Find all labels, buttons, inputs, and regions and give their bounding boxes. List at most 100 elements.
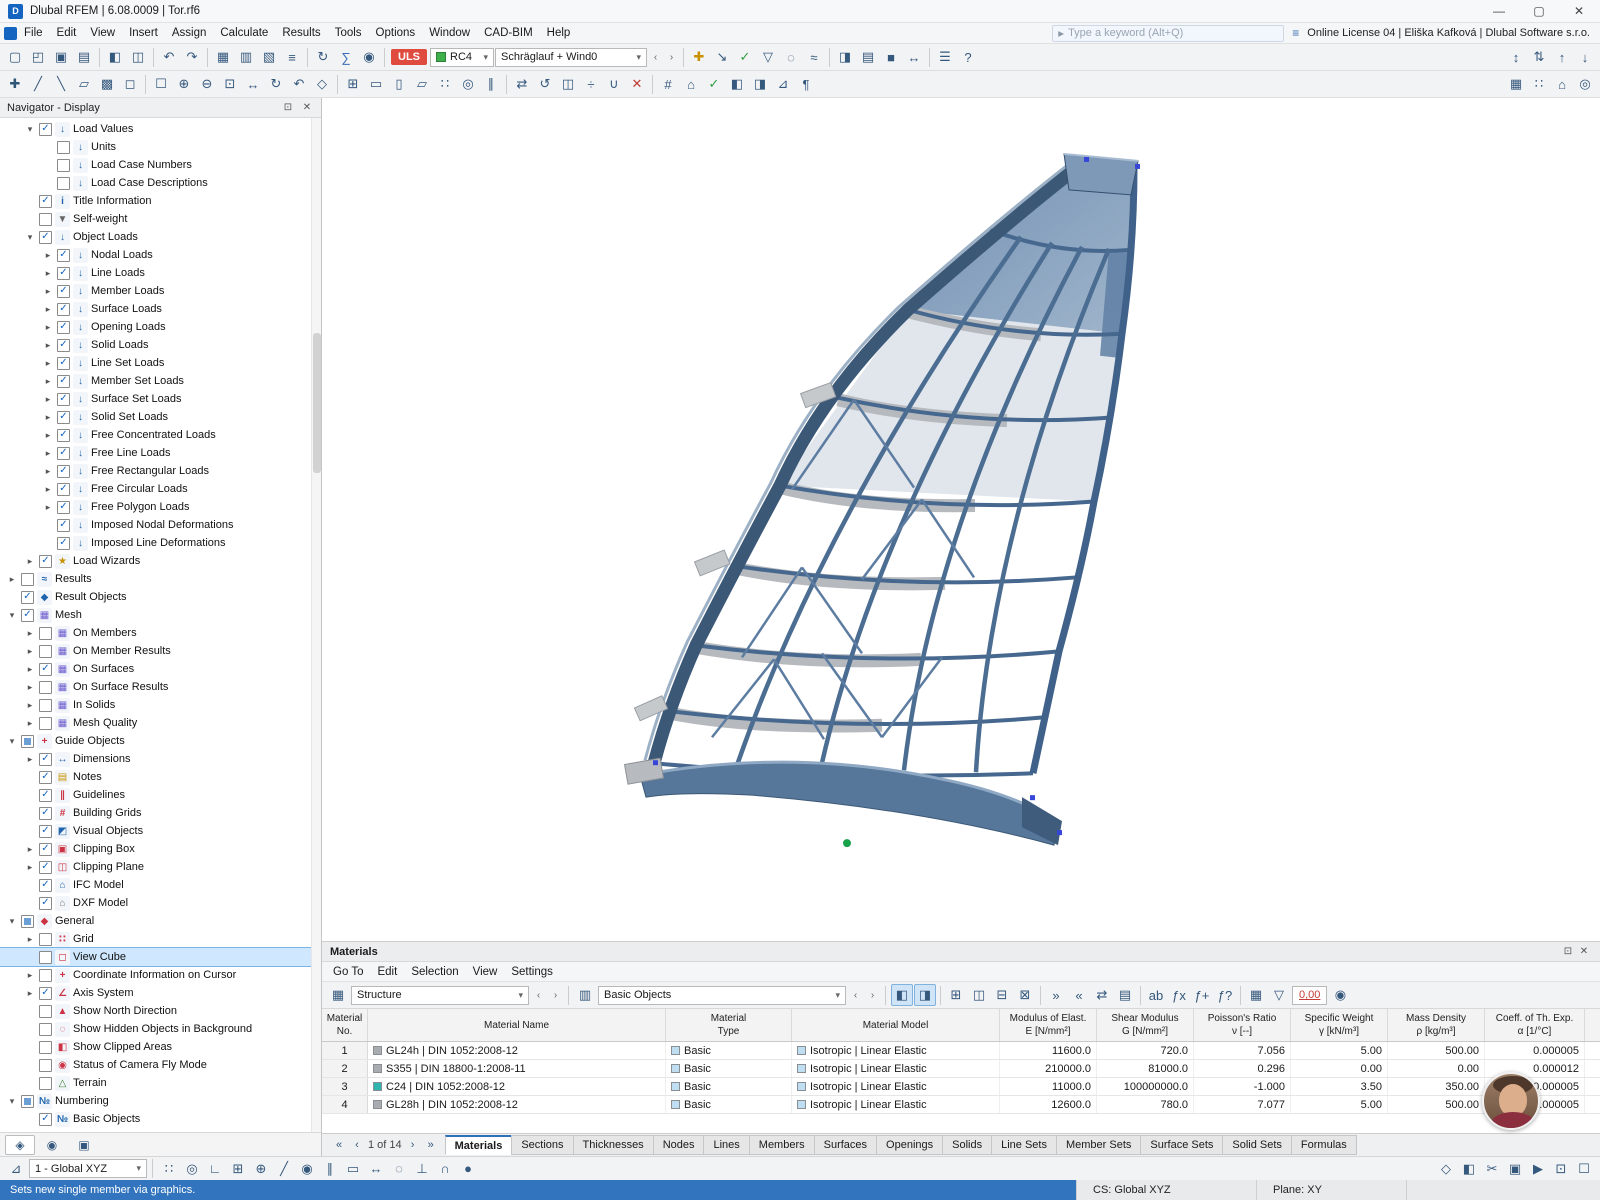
tree-item-show-north-direction[interactable]: ▲ Show North Direction [0, 1002, 321, 1020]
undo-icon[interactable]: ↶ [158, 46, 180, 68]
navigator-display-tab[interactable]: ◈ [5, 1134, 35, 1155]
checkbox[interactable] [57, 158, 70, 172]
tree-item-clipping-box[interactable]: ▸ ▣Clipping Box [0, 840, 321, 858]
expand-arrow-icon[interactable]: ▸ [24, 628, 36, 639]
next-category-button[interactable]: › [865, 984, 880, 1006]
tree-item-general[interactable]: ▾ ◆ General [0, 912, 321, 930]
expand-arrow-icon[interactable]: ▾ [24, 124, 36, 135]
checkbox[interactable] [39, 788, 52, 802]
expand-arrow-icon[interactable]: ▸ [24, 970, 36, 981]
tree-item-visual-objects[interactable]: ◩Visual Objects [0, 822, 321, 840]
insert-line-icon[interactable]: ╱ [27, 73, 49, 95]
tree-item-building-grids[interactable]: #Building Grids [0, 804, 321, 822]
camera-fly-icon[interactable]: ▶ [1527, 1158, 1549, 1180]
tree-item-on-members[interactable]: ▸ ▦ On Members [0, 624, 321, 642]
checkbox[interactable] [39, 680, 52, 694]
checkbox[interactable] [57, 302, 70, 316]
checkbox[interactable] [21, 1094, 34, 1108]
menu-file[interactable]: File [17, 25, 50, 41]
column-header-coeff-of-th-exp[interactable]: Coeff. of Th. Exp. α [1/°C] [1485, 1009, 1585, 1041]
table-row[interactable]: 1 GL24h | DIN 1052:2008-12 Basic Isotropic … [322, 1042, 1600, 1060]
snap-settings-icon[interactable]: ✓ [703, 73, 725, 95]
assign-load-icon[interactable]: ↘ [711, 46, 733, 68]
previous-category-button[interactable]: ‹ [848, 984, 863, 1006]
rotate-view-icon[interactable]: ↻ [265, 73, 287, 95]
materials-menu-view[interactable]: View [466, 964, 505, 980]
copy-row-icon[interactable]: ◫ [968, 984, 990, 1006]
column-header-poisson-s-ratio[interactable]: Poisson's Ratio ν [--] [1194, 1009, 1291, 1041]
tree-item-member-set-loads[interactable]: ▸ ↓Member Set Loads [0, 372, 321, 390]
expand-arrow-icon[interactable]: ▸ [24, 934, 36, 945]
tab-member-sets[interactable]: Member Sets [1055, 1135, 1142, 1155]
next-table-button[interactable]: › [548, 984, 563, 1006]
design-situation-combo[interactable]: RC4 ▾ [430, 47, 494, 67]
expand-arrow-icon[interactable]: ▾ [6, 1096, 18, 1107]
checkbox[interactable] [57, 176, 70, 190]
construction-lines-icon[interactable]: ╱ [273, 1158, 295, 1180]
navigator-toggle-icon[interactable]: ◧ [104, 46, 126, 68]
clipping-box-icon[interactable]: ▣ [1504, 1158, 1526, 1180]
tab-surface-sets[interactable]: Surface Sets [1140, 1135, 1224, 1155]
checkbox[interactable] [39, 824, 52, 838]
view-options-icon[interactable]: ▽ [1268, 984, 1290, 1006]
tree-item-load-wizards[interactable]: ▸ ★Load Wizards [0, 552, 321, 570]
regenerate-model-icon[interactable]: ↻ [312, 46, 334, 68]
checkbox[interactable] [39, 1004, 52, 1018]
tab-formulas[interactable]: Formulas [1290, 1135, 1357, 1155]
open-model-icon[interactable]: ◰ [27, 46, 49, 68]
tree-item-mesh[interactable]: ▾ ▦Mesh [0, 606, 321, 624]
expand-arrow-icon[interactable]: ▸ [24, 664, 36, 675]
checkbox[interactable] [39, 1112, 52, 1126]
spreadsheet-icon[interactable]: ▥ [235, 46, 257, 68]
tab-sections[interactable]: Sections [511, 1135, 574, 1155]
background-layers-icon[interactable]: ⌂ [680, 73, 702, 95]
calculate-all-icon[interactable]: ∑ [335, 46, 357, 68]
materials-menu-selection[interactable]: Selection [404, 964, 465, 980]
expand-arrow-icon[interactable]: ▸ [42, 448, 54, 459]
menu-cad-bim[interactable]: CAD-BIM [477, 25, 540, 41]
font-style-icon[interactable]: ab [1145, 984, 1167, 1006]
table-row[interactable]: 2 S355 | DIN 18800-1:2008-11 Basic Isotropi… [322, 1060, 1600, 1078]
checkbox[interactable] [39, 806, 52, 820]
dimension-snap-icon[interactable]: ↔ [365, 1158, 387, 1180]
maximize-button[interactable]: ▢ [1526, 4, 1552, 18]
table-search-icon[interactable]: ◉ [1329, 984, 1351, 1006]
checkbox[interactable] [21, 914, 34, 928]
tree-item-dimensions[interactable]: ▸ ↔Dimensions [0, 750, 321, 768]
insert-row-icon[interactable]: ⊟ [991, 984, 1013, 1006]
tree-item-numbering[interactable]: ▾ № Numbering [0, 1092, 321, 1110]
insert-opening-icon[interactable]: ◻ [119, 73, 141, 95]
expand-arrow-icon[interactable]: ▸ [24, 700, 36, 711]
checkbox[interactable] [21, 572, 34, 586]
load-case-combo[interactable]: Schräglauf + Wind0 ▾ [495, 47, 647, 67]
license-menu-icon[interactable]: ≡ [1292, 26, 1299, 40]
tree-item-guidelines[interactable]: ∥Guidelines [0, 786, 321, 804]
tab-materials[interactable]: Materials [444, 1135, 513, 1155]
grid-snap-icon[interactable]: ∷ [434, 73, 456, 95]
tree-item-line-loads[interactable]: ▸ ↓Line Loads [0, 264, 321, 282]
print-table-icon[interactable]: ▤ [1114, 984, 1136, 1006]
tab-thicknesses[interactable]: Thicknesses [572, 1135, 654, 1155]
new-model-icon[interactable]: ▢ [4, 46, 26, 68]
previous-table-button[interactable]: ‹ [531, 984, 546, 1006]
checkbox[interactable] [39, 896, 52, 910]
checkbox[interactable] [39, 1058, 52, 1072]
grid-toggle-icon[interactable]: ∷ [158, 1158, 180, 1180]
table-group-combo[interactable]: Structure ▾ [351, 985, 529, 1005]
coordinate-system-combo[interactable]: 1 - Global XYZ ▾ [29, 1159, 147, 1178]
zoom-window-icon[interactable]: ⊡ [219, 73, 241, 95]
new-load-icon[interactable]: ✚ [688, 46, 710, 68]
checkbox[interactable] [57, 248, 70, 262]
import-table-icon[interactable]: » [1045, 984, 1067, 1006]
mirror-icon[interactable]: ◫ [557, 73, 579, 95]
checkbox[interactable] [21, 590, 34, 604]
expand-arrow-icon[interactable]: ▸ [42, 268, 54, 279]
polar-grid-icon[interactable]: ⊕ [250, 1158, 272, 1180]
tree-item-results[interactable]: ▸ ≈ Results [0, 570, 321, 588]
menu-view[interactable]: View [83, 25, 122, 41]
coordinate-system-icon[interactable]: ⊿ [5, 1158, 27, 1180]
special-selection-icon[interactable]: ◌ [780, 46, 802, 68]
search-box[interactable]: ▸ [1052, 24, 1285, 42]
pan-view-icon[interactable]: ↔ [242, 73, 264, 95]
table-category-combo[interactable]: Basic Objects ▾ [598, 985, 846, 1005]
